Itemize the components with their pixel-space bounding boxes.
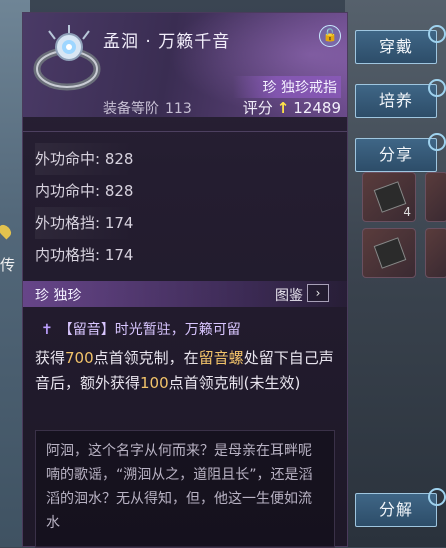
score-label: 评分 xyxy=(242,99,273,117)
button-ornament-icon xyxy=(428,79,446,97)
slot-count: 4 xyxy=(403,205,411,219)
score-up-arrow-icon: ↑ xyxy=(276,99,290,117)
equip-button-label: 穿戴 xyxy=(378,37,413,56)
highlight-keyword: 留音螺 xyxy=(198,349,244,367)
item-tooltip-panel: 孟洄 · 万籁千音 🔓 珍 独珍戒指 装备等阶 113 评分 ↑ 12489 外功命中… xyxy=(22,12,348,548)
item-title: 孟洄 · 万籁千音 xyxy=(103,32,231,52)
inventory-slot[interactable] xyxy=(425,228,446,278)
button-ornament-icon xyxy=(428,25,446,43)
rank-label: 装备等阶 xyxy=(103,101,159,117)
lore-text: 阿洄，这个名字从何而来？是母亲在耳畔呢喃的歌谣，“溯洄从之，道阻且长”，还是滔滔… xyxy=(35,430,335,548)
highlight-value: 700 xyxy=(65,349,94,367)
button-ornament-icon xyxy=(428,488,446,506)
skill-name: ✝ 【留音】时光暂驻，万籁可留 xyxy=(41,319,241,339)
background-label: 传 xyxy=(0,256,16,274)
item-rarity-type: 珍 独珍戒指 xyxy=(232,76,341,98)
rank-value: 113 xyxy=(165,101,192,117)
share-button-label: 分享 xyxy=(378,145,413,164)
ring-icon xyxy=(33,25,101,91)
lock-icon[interactable]: 🔓 xyxy=(319,25,341,47)
stat-row: 内功格挡: 174 xyxy=(35,246,134,264)
stat-row: 外功格挡: 174 xyxy=(35,207,134,239)
cultivate-button[interactable]: 培养 xyxy=(355,79,446,118)
dismantle-button-label: 分解 xyxy=(378,500,413,519)
highlight-value: 100 xyxy=(140,374,169,392)
cultivate-button-label: 培养 xyxy=(378,91,413,110)
share-button[interactable]: 分享 xyxy=(355,133,446,172)
inventory-slot[interactable] xyxy=(362,228,416,278)
equipment-rank: 装备等阶 113 xyxy=(103,98,192,118)
skill-name-text: 【留音】时光暂驻，万籁可留 xyxy=(58,322,241,338)
stat-row: 内功命中: 828 xyxy=(35,182,134,200)
button-ornament-icon xyxy=(428,133,446,151)
divider xyxy=(23,131,347,132)
skill-description: 获得700点首领克制，在留音螺处留下自己声音后，额外获得100点首领克制(未生效… xyxy=(35,349,334,392)
manual-icon xyxy=(373,181,407,213)
weapon-icon xyxy=(373,237,407,269)
score-value: 12489 xyxy=(293,99,341,117)
rarity-bar: 珍 独珍 图鉴 › xyxy=(23,281,347,307)
dismantle-button[interactable]: 分解 xyxy=(355,488,446,527)
arrow-right-icon[interactable]: › xyxy=(307,284,329,302)
rarity-label: 珍 独珍 xyxy=(35,288,82,304)
inventory-slot[interactable] xyxy=(425,172,446,222)
sword-icon: ✝ xyxy=(41,322,53,338)
item-score: 评分 ↑ 12489 xyxy=(243,97,341,118)
item-header: 孟洄 · 万籁千音 🔓 珍 独珍戒指 装备等阶 113 评分 ↑ 12489 xyxy=(23,13,347,117)
stat-row: 外功命中: 828 xyxy=(35,143,134,175)
inventory-slot[interactable]: 4 xyxy=(362,172,416,222)
codex-label[interactable]: 图鉴 xyxy=(275,285,303,305)
equip-button[interactable]: 穿戴 xyxy=(355,25,446,64)
stat-list: 外功命中: 828 内功命中: 828 外功格挡: 174 内功格挡: 174 xyxy=(35,143,134,271)
